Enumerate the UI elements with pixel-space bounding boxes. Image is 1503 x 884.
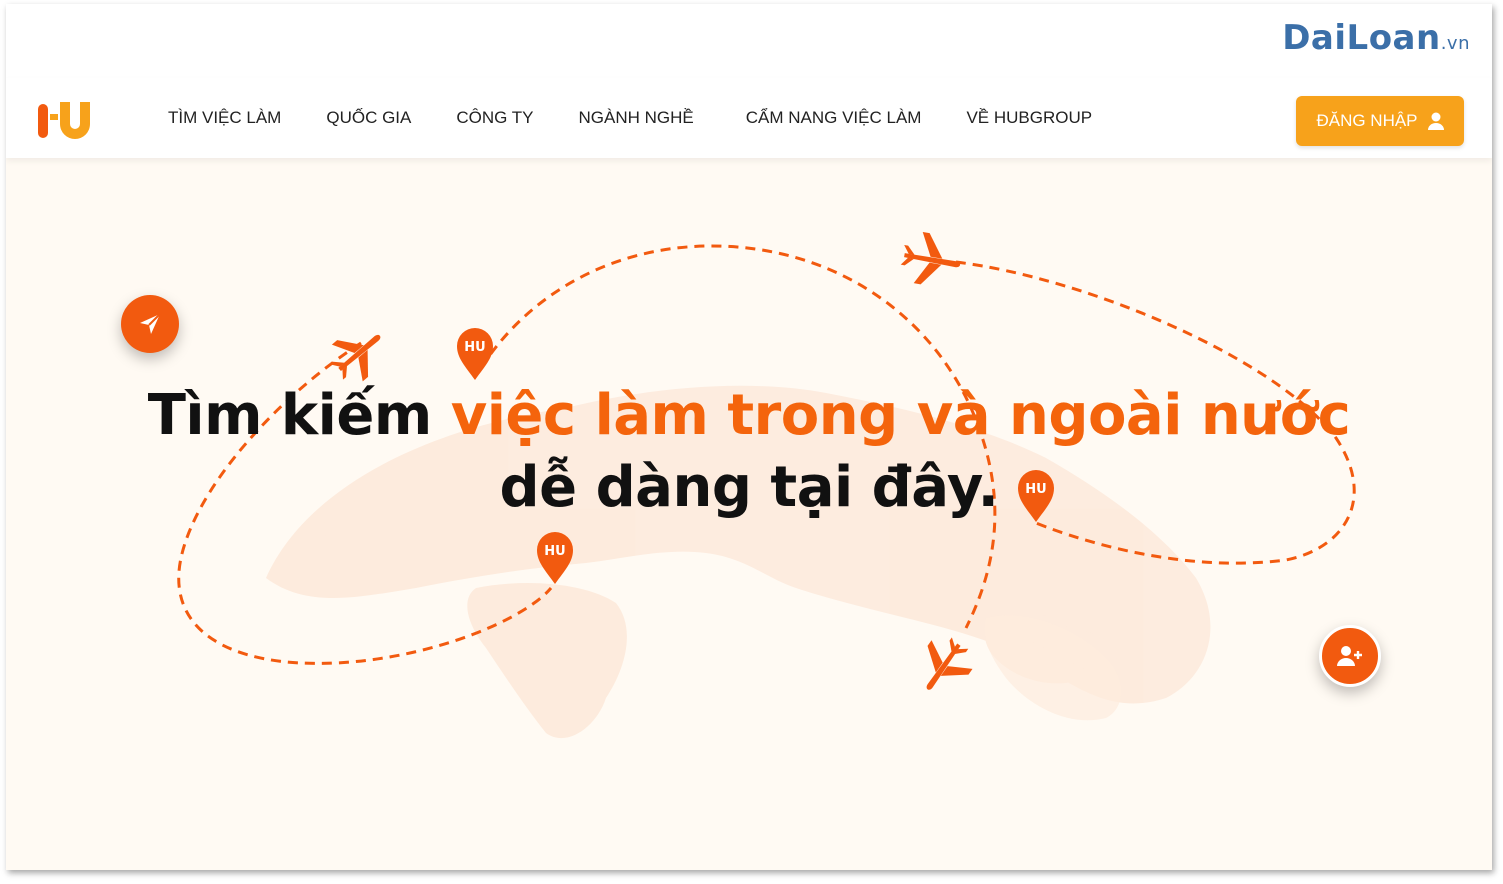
user-icon (1427, 112, 1444, 130)
send-button[interactable] (121, 295, 179, 353)
nav-career-guide[interactable]: CẨM NANG VIỆC LÀM (746, 108, 922, 128)
watermark-brand: DaiLoan (1282, 18, 1441, 58)
headline-lead: Tìm kiếm (147, 383, 451, 448)
pin-label: HU (544, 544, 565, 559)
headline-accent: việc làm trong và ngoài nước (450, 383, 1351, 448)
headline-tail: dễ dàng tại đây. (499, 455, 999, 520)
hero-headline: Tìm kiếm việc làm trong và ngoài nước dễ… (6, 380, 1492, 524)
nav-about[interactable]: VỀ HUBGROUP (966, 108, 1092, 128)
login-button[interactable]: ĐĂNG NHẬP (1296, 96, 1464, 146)
user-plus-icon (1337, 646, 1362, 666)
watermark-suffix: .vn (1440, 33, 1470, 54)
nav-companies[interactable]: CÔNG TY (456, 108, 533, 128)
add-user-button[interactable] (1319, 625, 1381, 687)
site-header: TÌM VIỆC LÀM QUỐC GIA CÔNG TY NGÀNH NGHỀ… (6, 78, 1492, 158)
nav-industries[interactable]: NGÀNH NGHỀ (579, 108, 694, 128)
paper-plane-icon (140, 313, 161, 334)
nav-countries[interactable]: QUỐC GIA (326, 108, 411, 128)
pin-label: HU (464, 340, 485, 355)
hero-section: HU HU HU Tìm kiếm việc làm trong và ngoà… (6, 158, 1492, 870)
airplane-icon (900, 231, 961, 285)
hubgroup-logo[interactable] (38, 98, 92, 142)
map-pin-icon: HU (537, 532, 573, 584)
login-label: ĐĂNG NHẬP (1316, 111, 1418, 130)
browser-frame: DaiLoan.vn TÌM VIỆC LÀM QUỐC GIA CÔNG TY… (6, 4, 1492, 870)
airplane-icon (926, 637, 973, 690)
nav-find-jobs[interactable]: TÌM VIỆC LÀM (168, 108, 281, 128)
main-nav: TÌM VIỆC LÀM QUỐC GIA CÔNG TY NGÀNH NGHỀ… (168, 78, 1137, 158)
watermark: DaiLoan.vn (1282, 18, 1470, 58)
map-pin-icon: HU (457, 328, 493, 380)
